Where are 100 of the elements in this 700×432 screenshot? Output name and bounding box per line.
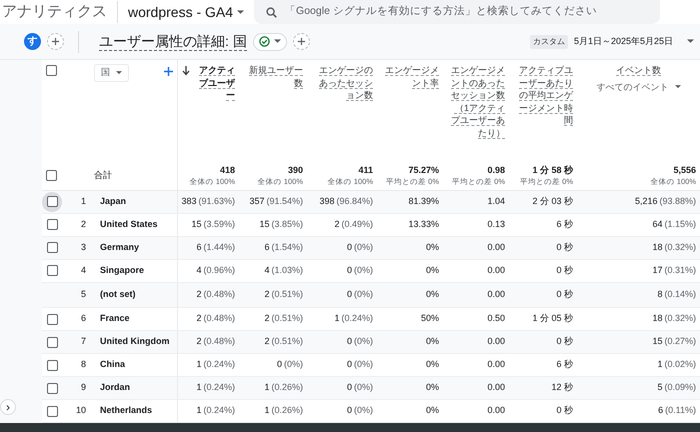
table-cell: 4 (0.96%)	[177, 259, 239, 282]
total-value: 418	[218, 164, 235, 176]
date-badge: カスタム	[530, 34, 568, 48]
table-cell: 0.00	[443, 259, 509, 282]
table-cell: 0.13	[443, 213, 509, 236]
checkbox[interactable]	[46, 65, 57, 76]
checkbox[interactable]	[46, 336, 58, 348]
table-cell: 2 分 03 秒	[509, 190, 577, 213]
table-cell: 0.00	[443, 330, 509, 354]
table-cell: 5,216 (93.88%)	[577, 190, 700, 213]
country-cell[interactable]: United States	[90, 213, 177, 236]
table-cell: 8 (0.14%)	[577, 282, 700, 308]
property-selector[interactable]: wordpress - GA4	[128, 2, 244, 22]
table-cell: 4 (1.03%)	[239, 259, 307, 282]
caret-icon[interactable]	[687, 39, 694, 44]
add-button[interactable]	[47, 33, 64, 50]
column-header[interactable]: アクティブユーザーあたりの平均エンゲージメント時間	[513, 64, 573, 126]
total-value: 0.98	[486, 164, 505, 176]
date-range-picker[interactable]: 5月1日～2025年5月25日	[574, 34, 673, 48]
rank-cell: 7	[68, 330, 90, 354]
table-cell: 0%	[377, 236, 443, 259]
column-header[interactable]: アクティブユーザー	[194, 64, 235, 102]
country-cell[interactable]: Jordan	[90, 376, 177, 400]
column-header[interactable]: イベント数	[616, 64, 661, 76]
table-cell: 0%	[377, 376, 443, 400]
table-cell: 0 (0%)	[307, 282, 377, 308]
total-value: 390	[286, 164, 303, 176]
checkbox[interactable]	[46, 406, 58, 416]
totals-label: 合計	[94, 170, 112, 180]
checkbox[interactable]	[46, 196, 58, 207]
table-cell: 2 (0.48%)	[177, 282, 239, 308]
table-cell: 1 (0.24%)	[177, 376, 239, 400]
table-cell: 6 秒	[509, 213, 577, 236]
total-value: 1 分 58 秒	[531, 164, 573, 176]
table-cell: 0 (0%)	[307, 236, 377, 259]
column-header[interactable]: エンゲージのあったセッション数	[311, 64, 373, 102]
table-cell: 0 秒	[509, 236, 577, 259]
caret-icon	[116, 70, 122, 75]
table-cell: 15 (3.59%)	[177, 213, 239, 236]
add-comparison-button[interactable]	[292, 33, 310, 50]
table-cell: 15 (0.27%)	[577, 330, 700, 354]
checkbox[interactable]	[46, 170, 57, 182]
table-cell: 2 (0.51%)	[239, 282, 307, 308]
column-header[interactable]: エンゲージメント率	[381, 64, 439, 89]
country-cell[interactable]: Singapore	[90, 259, 177, 282]
rank-cell: 1	[68, 190, 90, 213]
table-cell: 0 (0%)	[307, 376, 377, 400]
report-title: ユーザー属性の詳細: 国	[99, 32, 247, 51]
checkbox[interactable]	[46, 242, 58, 253]
checkbox[interactable]	[46, 360, 58, 370]
column-header[interactable]: エンゲージメントのあったセッション数（1アクティブユーザーあたり）	[447, 64, 505, 139]
table-cell: 398 (96.84%)	[307, 190, 377, 213]
check-circle-icon	[258, 36, 270, 47]
status-dropdown[interactable]	[252, 32, 287, 50]
checkbox[interactable]	[46, 219, 58, 230]
table-cell: 0.00	[443, 376, 509, 400]
rank-cell: 4	[68, 259, 90, 282]
table-cell: 2 (0.48%)	[177, 330, 239, 354]
table-cell: 0%	[377, 330, 443, 354]
rank-cell: 3	[68, 236, 90, 259]
country-cell[interactable]: Germany	[90, 236, 177, 259]
table-cell: 2 (0.51%)	[239, 330, 307, 354]
table-cell: 17 (0.31%)	[577, 259, 700, 282]
add-dimension-icon[interactable]	[164, 64, 172, 76]
search-field[interactable]: 「Google シグナルを有効にする方法」と検索してみてください	[254, 0, 660, 24]
rank-cell: 5	[68, 282, 90, 308]
total-value: 75.27%	[407, 164, 439, 176]
dimension-dropdown[interactable]: 国	[94, 64, 129, 82]
event-filter-dropdown[interactable]: すべてのイベント	[596, 80, 680, 92]
plus-icon	[51, 37, 60, 46]
checkbox[interactable]	[46, 265, 58, 276]
table-cell: 15 (3.85%)	[239, 213, 307, 236]
table-cell: 0 秒	[509, 282, 577, 308]
table-cell: 81.39%	[377, 190, 443, 213]
table-cell: 5 (0.09%)	[577, 376, 700, 400]
rank-cell: 9	[68, 376, 90, 400]
table-cell: 0.00	[443, 282, 509, 308]
table-cell: 64 (1.15%)	[577, 213, 700, 236]
checkbox[interactable]	[46, 314, 58, 324]
plus-icon	[296, 37, 306, 46]
country-cell[interactable]: United Kingdom	[90, 330, 177, 354]
table-cell: 383 (91.63%)	[177, 190, 239, 213]
caret-icon	[274, 39, 281, 44]
caret-icon	[674, 84, 680, 88]
total-value: 5,556	[672, 164, 696, 176]
expand-button[interactable]: ›	[0, 399, 16, 415]
table-cell: 357 (91.54%)	[239, 190, 307, 213]
avatar[interactable]: す	[24, 33, 41, 50]
table-cell: 1 (0.26%)	[239, 376, 307, 400]
table-cell: 0%	[377, 282, 443, 308]
total-value: 411	[357, 164, 373, 176]
table-cell: 6 (1.54%)	[239, 236, 307, 259]
table-cell: 0 秒	[509, 259, 577, 282]
checkbox[interactable]	[46, 382, 58, 394]
table-cell: 1.04	[443, 190, 509, 213]
country-cell[interactable]: Japan	[90, 190, 177, 213]
table-cell: 12 秒	[509, 376, 577, 400]
country-cell[interactable]: (not set)	[90, 282, 177, 308]
rank-cell: 2	[68, 213, 90, 236]
column-header[interactable]: 新規ユーザー数	[243, 64, 303, 89]
